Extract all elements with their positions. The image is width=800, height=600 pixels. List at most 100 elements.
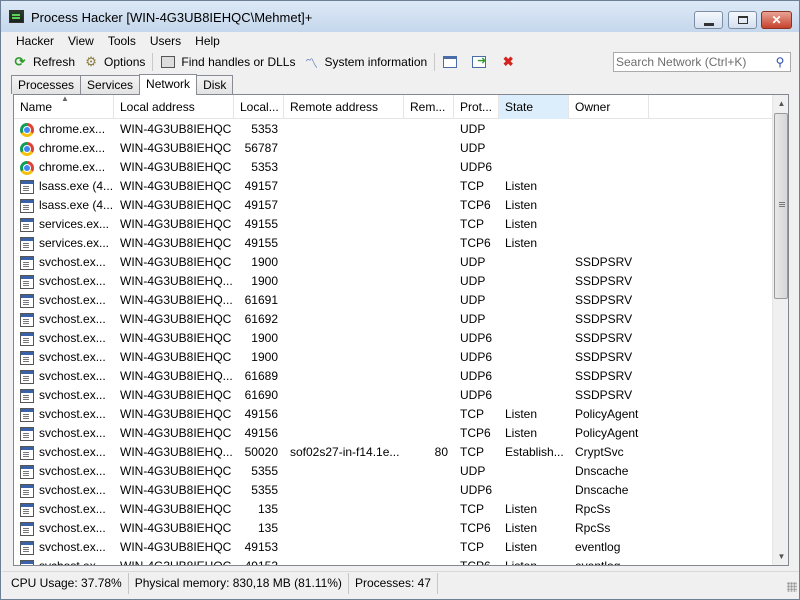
cell-local-address: WIN-4G3UB8IEHQC	[120, 483, 232, 497]
cell-process-name: svchost.ex...	[14, 272, 114, 291]
cell-local-port: 61691	[244, 293, 278, 307]
table-row[interactable]: svchost.ex... WIN-4G3UB8IEHQC 5355 UDP Dnsca…	[14, 462, 772, 481]
cell-owner	[569, 120, 649, 139]
table-row[interactable]: svchost.ex... WIN-4G3UB8IEHQC 135 TCP6 Liste…	[14, 519, 772, 538]
scroll-up-icon[interactable]: ▲	[773, 95, 788, 112]
system-information-button[interactable]: 〽 System information	[299, 51, 431, 73]
tab-services[interactable]: Services	[80, 75, 141, 94]
cell-remote-port	[404, 386, 454, 405]
table-row[interactable]: svchost.ex... WIN-4G3UB8IEHQC 49156 TCP List…	[14, 405, 772, 424]
cell-owner: eventlog	[575, 559, 621, 566]
cell-remote-address	[284, 291, 404, 310]
table-row[interactable]: svchost.ex... WIN-4G3UB8IEHQC 1900 UDP6 SSDP…	[14, 329, 772, 348]
cell-remote-port	[404, 177, 454, 196]
process-name-text: svchost.ex...	[39, 350, 106, 364]
table-row[interactable]: lsass.exe (4... WIN-4G3UB8IEHQC 49157 TCP6 L…	[14, 196, 772, 215]
search-box: ⚲	[613, 52, 791, 72]
process-name-text: svchost.ex...	[39, 559, 106, 566]
table-row[interactable]: chrome.ex... WIN-4G3UB8IEHQC 5353 UDP6	[14, 158, 772, 177]
menu-view[interactable]: View	[61, 32, 101, 51]
scrollbar-thumb[interactable]	[774, 113, 788, 299]
table-row[interactable]: chrome.ex... WIN-4G3UB8IEHQC 56787 UDP	[14, 139, 772, 158]
cell-owner: PolicyAgent	[575, 426, 639, 440]
search-icon[interactable]: ⚲	[772, 55, 788, 69]
table-row[interactable]: svchost.ex... WIN-4G3UB8IEHQ... 50020 sof02…	[14, 443, 772, 462]
cell-owner	[569, 158, 649, 177]
menu-users[interactable]: Users	[143, 32, 188, 51]
table-row[interactable]: svchost.ex... WIN-4G3UB8IEHQC 135 TCP Listen…	[14, 500, 772, 519]
table-row[interactable]: svchost.ex... WIN-4G3UB8IEHQC 1900 UDP6 SSDP…	[14, 348, 772, 367]
table-row[interactable]: svchost.ex... WIN-4G3UB8IEHQC 5355 UDP6 Dnsc…	[14, 481, 772, 500]
scroll-down-icon[interactable]: ▼	[773, 548, 788, 565]
column-header-remote-address[interactable]: Remote address	[284, 95, 404, 119]
cell-process-name: svchost.ex...	[14, 348, 114, 367]
column-header-name[interactable]: ▲ Name	[14, 95, 114, 119]
tab-disk[interactable]: Disk	[196, 75, 234, 94]
minimize-button[interactable]	[694, 11, 723, 29]
tab-network[interactable]: Network	[139, 74, 198, 95]
process-name-text: svchost.ex...	[39, 540, 106, 554]
cell-state	[499, 367, 569, 386]
menu-hacker[interactable]: Hacker	[2, 32, 61, 51]
title-bar[interactable]: Process Hacker [WIN-4G3UB8IEHQC\Mehmet]+…	[1, 1, 799, 32]
cell-remote-port	[404, 196, 454, 215]
table-row[interactable]: svchost.ex... WIN-4G3UB8IEHQC 61690 UDP6 SSD…	[14, 386, 772, 405]
app-icon[interactable]	[9, 10, 24, 23]
search-input[interactable]	[614, 53, 772, 71]
cell-process-name: services.ex...	[14, 215, 114, 234]
cell-owner: RpcSs	[575, 502, 611, 516]
table-row[interactable]: lsass.exe (4... WIN-4G3UB8IEHQC 49157 TCP Li…	[14, 177, 772, 196]
table-row[interactable]: chrome.ex... WIN-4G3UB8IEHQC 5353 UDP	[14, 120, 772, 139]
cell-local-address: WIN-4G3UB8IEHQC	[120, 540, 232, 554]
menu-help[interactable]: Help	[188, 32, 227, 51]
cell-remote-address	[284, 329, 404, 348]
cell-local-port: 49156	[244, 426, 278, 440]
cell-protocol: TCP	[460, 502, 484, 516]
find-handles-button[interactable]: Find handles or DLLs	[156, 51, 299, 73]
column-header-local-port[interactable]: Local...	[234, 95, 284, 119]
cell-state: Listen	[505, 502, 538, 516]
cell-remote-address	[284, 538, 404, 557]
cell-remote-address	[284, 139, 404, 158]
process-name-text: svchost.ex...	[39, 369, 106, 383]
cell-local-address: WIN-4G3UB8IEHQC	[120, 122, 232, 136]
close-icon: ✕	[771, 13, 782, 27]
cell-owner: SSDPSRV	[575, 312, 633, 326]
process-name-text: svchost.ex...	[39, 502, 106, 516]
table-row[interactable]: svchost.ex... WIN-4G3UB8IEHQC 49153 TCP List…	[14, 538, 772, 557]
menu-tools[interactable]: Tools	[101, 32, 143, 51]
table-row[interactable]: svchost.ex... WIN-4G3UB8IEHQ... 61691 UDP SS…	[14, 291, 772, 310]
column-header-remote-port[interactable]: Rem...	[404, 95, 454, 119]
find-handles-label: Find handles or DLLs	[181, 55, 296, 69]
table-row[interactable]: svchost.ex... WIN-4G3UB8IEHQC 49156 TCP6 Lis…	[14, 424, 772, 443]
cell-protocol: TCP6	[460, 426, 491, 440]
cell-owner	[569, 234, 649, 253]
table-row[interactable]: services.ex... WIN-4G3UB8IEHQC 49155 TCP Lis…	[14, 215, 772, 234]
table-row[interactable]: svchost.ex... WIN-4G3UB8IEHQC 49153 TCP6 Lis…	[14, 557, 772, 566]
resize-grip-icon[interactable]	[787, 582, 797, 592]
table-row[interactable]: svchost.ex... WIN-4G3UB8IEHQ... 61689 UDP6 S…	[14, 367, 772, 386]
process-icon	[20, 540, 34, 555]
column-header-owner[interactable]: Owner	[569, 95, 649, 119]
close-button[interactable]: ✕	[761, 11, 792, 29]
network-list[interactable]: ▲ Name Local address Local... Remote add…	[13, 94, 789, 566]
cell-state	[499, 329, 569, 348]
terminate-button[interactable]: ✖	[496, 51, 525, 73]
cell-local-port: 49155	[244, 236, 278, 250]
column-header-state[interactable]: State	[499, 95, 569, 119]
table-row[interactable]: svchost.ex... WIN-4G3UB8IEHQ... 1900 UDP SSD…	[14, 272, 772, 291]
maximize-button[interactable]	[728, 11, 757, 29]
show-window-button[interactable]	[438, 51, 467, 73]
options-button[interactable]: ⚙ Options	[79, 51, 149, 73]
cell-remote-address	[284, 500, 404, 519]
column-header-protocol[interactable]: Prot...	[454, 95, 499, 119]
tab-processes[interactable]: Processes	[11, 75, 82, 94]
find-window-button[interactable]	[467, 51, 496, 73]
table-row[interactable]: services.ex... WIN-4G3UB8IEHQC 49155 TCP6 Li…	[14, 234, 772, 253]
column-header-local-address[interactable]: Local address	[114, 95, 234, 119]
table-row[interactable]: svchost.ex... WIN-4G3UB8IEHQC 61692 UDP SSDP…	[14, 310, 772, 329]
vertical-scrollbar[interactable]: ▲ ▼	[772, 95, 788, 565]
cell-remote-port	[404, 253, 454, 272]
table-row[interactable]: svchost.ex... WIN-4G3UB8IEHQC 1900 UDP SSDPS…	[14, 253, 772, 272]
refresh-button[interactable]: ⟳ Refresh	[8, 51, 79, 73]
